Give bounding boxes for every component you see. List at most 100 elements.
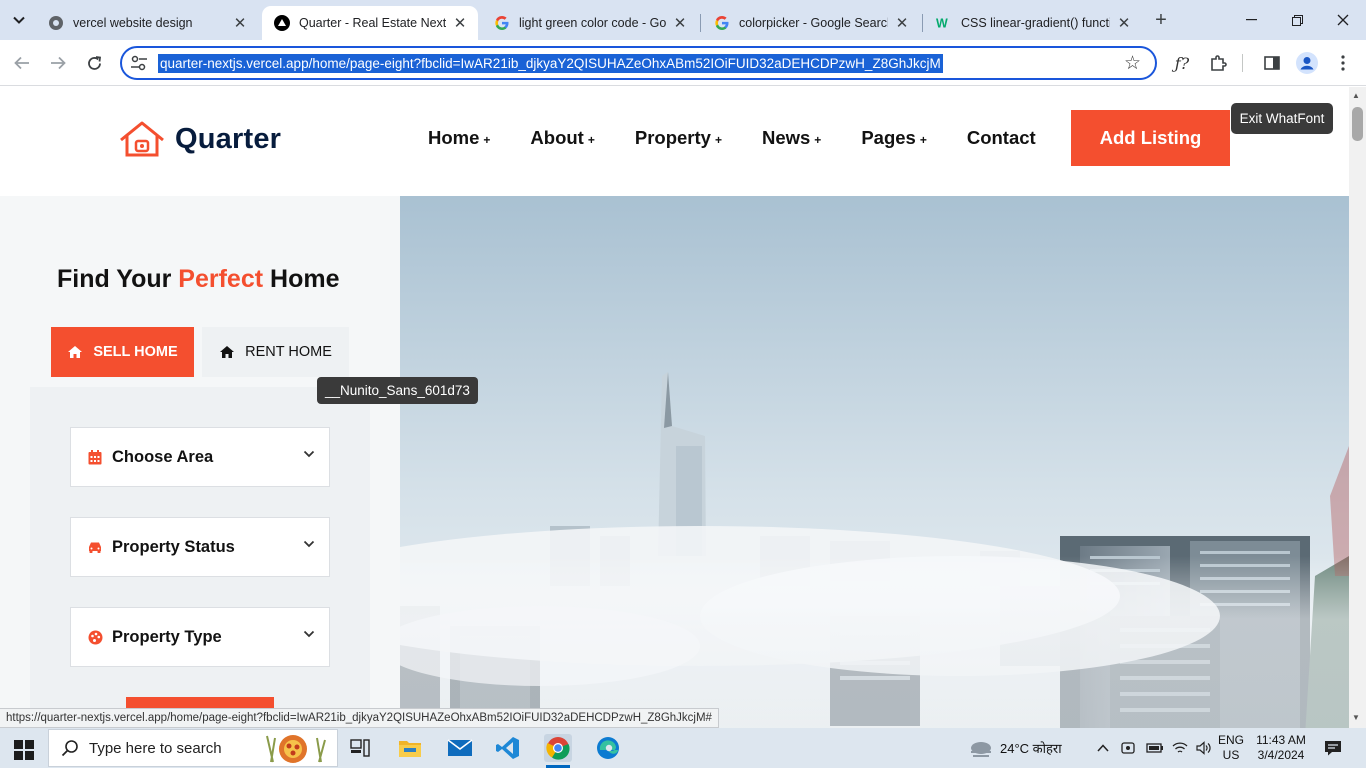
page-scrollbar[interactable]: ▲ ▼ — [1349, 87, 1366, 728]
plus-icon: + — [919, 132, 927, 147]
arrow-right-icon — [51, 56, 66, 70]
meet-now-icon[interactable] — [1120, 740, 1136, 756]
nav-news[interactable]: News + — [762, 127, 821, 149]
edge-button[interactable] — [594, 734, 622, 762]
lang-region: US — [1222, 748, 1240, 762]
weather-widget[interactable]: 24°C कोहरा — [968, 728, 1062, 768]
reload-button[interactable] — [82, 51, 106, 75]
tab-separator — [922, 14, 923, 32]
clock[interactable]: 11:43 AM 3/4/2024 — [1250, 733, 1312, 763]
volume-icon[interactable] — [1196, 741, 1212, 755]
close-tab-icon[interactable]: ✕ — [1116, 15, 1132, 32]
puzzle-icon — [1211, 55, 1227, 71]
title-part: Find Your — [57, 265, 179, 293]
google-icon — [494, 15, 510, 31]
folder-icon — [399, 741, 421, 757]
weather-text: 24°C कोहरा — [1000, 741, 1062, 756]
new-tab-button[interactable]: + — [1150, 8, 1172, 32]
site-info-icon[interactable] — [130, 55, 148, 71]
windows-taskbar: Type here to search 24°C कोहरा ENG US 11… — [0, 728, 1366, 768]
logo-text: Quarter — [175, 122, 282, 155]
choose-area-select[interactable]: Choose Area — [70, 427, 330, 487]
windows-logo-icon — [14, 740, 34, 760]
restore-button[interactable] — [1274, 0, 1320, 40]
nav-label: Contact — [966, 127, 1036, 148]
tab-title: vercel website design — [73, 16, 193, 30]
w3schools-icon: W — [936, 15, 952, 31]
tab-colorpicker[interactable]: colorpicker - Google Search ✕ — [702, 6, 920, 40]
vscode-icon — [496, 737, 519, 759]
file-explorer-button[interactable] — [396, 734, 424, 762]
nav-contact[interactable]: Contact — [967, 127, 1036, 149]
arrow-left-icon — [14, 56, 29, 70]
calendar-icon — [87, 449, 103, 465]
battery-icon[interactable] — [1146, 741, 1164, 755]
minimize-button[interactable] — [1228, 0, 1274, 40]
nav-label: Home — [428, 127, 480, 148]
show-hidden-icons[interactable] — [1097, 728, 1109, 768]
tab-vercel-website-design[interactable]: vercel website design ✕ — [36, 6, 258, 40]
property-status-select[interactable]: Property Status — [70, 517, 330, 577]
close-tab-icon[interactable]: ✕ — [232, 15, 248, 32]
hero-image — [400, 196, 1349, 728]
scroll-down-icon[interactable]: ▼ — [1352, 713, 1360, 722]
input-language[interactable]: ENG US — [1218, 733, 1244, 763]
forward-button[interactable] — [46, 51, 70, 75]
back-button[interactable] — [10, 51, 34, 75]
mail-button[interactable] — [446, 734, 474, 762]
close-window-button[interactable] — [1320, 0, 1366, 40]
minimize-icon — [1245, 19, 1257, 21]
chevron-up-icon — [1097, 744, 1109, 752]
whatfont-extension-icon[interactable]: ƒ? — [1170, 51, 1194, 75]
select-label: Choose Area — [112, 447, 214, 466]
notification-icon — [1325, 741, 1341, 756]
nav-pages[interactable]: Pages + — [861, 127, 927, 149]
svg-text:W: W — [936, 16, 948, 30]
house-logo-icon — [120, 121, 164, 157]
scroll-up-icon[interactable]: ▲ — [1352, 91, 1360, 100]
url-text[interactable]: quarter-nextjs.vercel.app/home/page-eigh… — [158, 54, 943, 73]
extensions-button[interactable] — [1206, 51, 1230, 75]
close-tab-icon[interactable]: ✕ — [452, 15, 468, 32]
nav-home[interactable]: Home + — [428, 127, 490, 149]
clock-date: 3/4/2024 — [1257, 748, 1305, 762]
taskbar-search[interactable]: Type here to search — [48, 729, 338, 767]
exit-whatfont-button[interactable]: Exit WhatFont — [1231, 103, 1333, 134]
vscode-button[interactable] — [494, 734, 522, 762]
rent-home-tab[interactable]: RENT HOME — [202, 327, 349, 377]
chevron-down-icon — [13, 16, 25, 24]
close-tab-icon[interactable]: ✕ — [672, 15, 688, 32]
chrome-menu-button[interactable] — [1331, 51, 1355, 75]
notifications-button[interactable] — [1324, 740, 1342, 761]
chrome-button[interactable] — [544, 734, 572, 762]
plus-icon: + — [483, 132, 491, 147]
tab-title: colorpicker - Google Search — [739, 16, 888, 30]
address-bar[interactable]: quarter-nextjs.vercel.app/home/page-eigh… — [120, 46, 1157, 80]
plus-icon: + — [814, 132, 822, 147]
nav-property[interactable]: Property + — [635, 127, 722, 149]
site-logo[interactable]: Quarter — [119, 120, 281, 158]
task-view-button[interactable] — [346, 734, 374, 762]
main-nav: Home + About + Property + News + Pages + Cont… — [428, 127, 1076, 149]
side-panel-button[interactable] — [1260, 51, 1284, 75]
nav-about[interactable]: About + — [530, 127, 594, 149]
tab-light-green[interactable]: light green color code - Goo ✕ — [482, 6, 698, 40]
profile-button[interactable] — [1295, 51, 1319, 75]
sell-home-tab[interactable]: SELL HOME — [51, 327, 194, 377]
tab-quarter[interactable]: Quarter - Real Estate NextJs ✕ — [262, 6, 478, 40]
chrome-icon — [546, 737, 570, 760]
wifi-icon[interactable] — [1172, 741, 1188, 755]
tab-strip: vercel website design ✕ Quarter - Real E… — [0, 0, 1366, 40]
add-listing-button[interactable]: Add Listing — [1071, 110, 1230, 166]
lang-primary: ENG — [1218, 733, 1245, 747]
start-button[interactable] — [14, 740, 34, 765]
cloud-icon — [971, 742, 991, 757]
tab-search-button[interactable] — [6, 7, 32, 33]
nav-label: About — [530, 127, 584, 148]
bookmark-star-icon[interactable]: ☆ — [1124, 52, 1141, 75]
close-tab-icon[interactable]: ✕ — [894, 15, 910, 32]
tab-css-gradient[interactable]: W CSS linear-gradient() functio ✕ — [924, 6, 1142, 40]
scrollbar-thumb[interactable] — [1352, 107, 1363, 141]
globe-icon — [48, 15, 64, 31]
property-type-select[interactable]: Property Type — [70, 607, 330, 667]
